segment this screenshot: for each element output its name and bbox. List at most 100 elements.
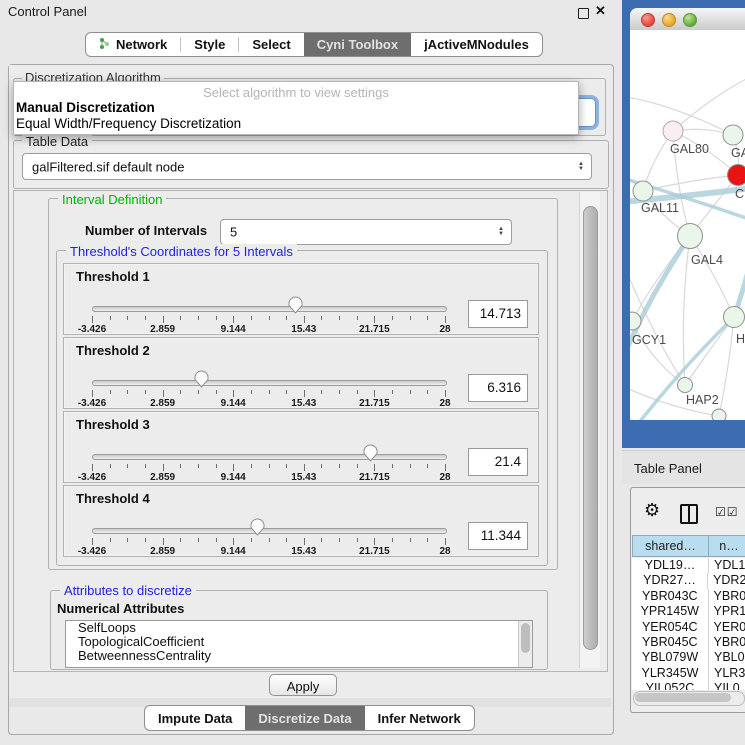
slider-tick — [216, 464, 217, 468]
slider-tick-label: 21.715 — [344, 546, 404, 557]
cell-shared-name[interactable]: YPR145W — [632, 604, 709, 619]
network-node-hap2[interactable] — [678, 378, 693, 393]
slider-tick — [110, 316, 111, 320]
tab-style[interactable]: Style — [181, 33, 238, 56]
slider-tick — [180, 538, 181, 542]
slider-tick — [445, 316, 446, 323]
slider-track[interactable] — [92, 454, 447, 460]
slider-track[interactable] — [92, 380, 447, 386]
minimize-window-icon[interactable] — [662, 13, 676, 27]
split-columns-icon[interactable] — [680, 504, 698, 524]
network-node-gal80[interactable] — [663, 121, 683, 141]
tab-discretize-data[interactable]: Discretize Data — [245, 706, 364, 730]
gear-icon[interactable]: ⚙ — [644, 500, 660, 521]
cell-name[interactable]: YDR2 — [708, 573, 745, 588]
slider-thumb[interactable] — [363, 444, 378, 467]
tab-cyni-toolbox[interactable]: Cyni Toolbox — [304, 33, 411, 56]
cell-name[interactable]: YDL1 — [709, 558, 745, 573]
tab-jactivemnodules[interactable]: jActiveMNodules — [411, 33, 542, 56]
zoom-window-icon[interactable] — [683, 13, 697, 27]
slider-tick — [216, 538, 217, 542]
slider-thumb[interactable] — [288, 296, 303, 319]
thresholds-group-title: Threshold's Coordinates for 5 Intervals — [66, 244, 297, 259]
cell-shared-name[interactable]: YBR045C — [632, 635, 709, 650]
cell-name[interactable]: YBR0 — [709, 635, 745, 650]
attribute-list-item[interactable]: TopologicalCoefficient — [66, 635, 532, 649]
slider-tick — [392, 390, 393, 394]
tab-infer-network[interactable]: Infer Network — [365, 706, 474, 730]
cell-shared-name[interactable]: YIL052C — [632, 681, 709, 690]
apply-button[interactable]: Apply — [269, 674, 337, 696]
threshold-value-field[interactable]: 6.316 — [468, 374, 528, 402]
table-row[interactable]: YBR043CYBR0 — [632, 589, 745, 604]
network-node-c[interactable] — [728, 165, 745, 186]
slider-tick — [321, 390, 322, 394]
tab-network[interactable]: Network — [86, 33, 180, 56]
cell-shared-name[interactable]: YBL079W — [632, 650, 709, 665]
cell-shared-name[interactable]: YDR27… — [632, 573, 708, 588]
table-row[interactable]: YBL079WYBL0 — [632, 650, 745, 665]
list-scrollbar[interactable] — [518, 621, 532, 667]
table-row[interactable]: YDR27…YDR2 — [632, 573, 745, 588]
cell-shared-name[interactable]: YER054C — [632, 620, 709, 635]
table-row[interactable]: YIL052CYIL0 — [632, 681, 745, 690]
horizontal-scrollbar-thumb[interactable] — [635, 693, 731, 702]
table-row[interactable]: YLR345WYLR3 — [632, 666, 745, 681]
list-scrollbar-thumb[interactable] — [521, 623, 530, 653]
table-data-combobox[interactable]: galFiltered.sif default node ▲▼ — [22, 153, 592, 180]
slider-track[interactable] — [92, 528, 447, 534]
network-node-label: GAL80 — [670, 142, 709, 156]
tab-select[interactable]: Select — [239, 33, 303, 56]
spinner-arrows-icon: ▲▼ — [578, 162, 584, 172]
vertical-scrollbar[interactable] — [579, 192, 600, 668]
number-of-intervals-combobox[interactable]: 5 ▲▼ — [220, 219, 512, 245]
table-row[interactable]: YBR045CYBR0 — [632, 635, 745, 650]
tab-impute-data[interactable]: Impute Data — [145, 706, 245, 730]
select-columns-icon[interactable]: ☑☑ — [715, 505, 739, 519]
cell-name[interactable]: YBL0 — [709, 650, 745, 665]
attribute-list-item[interactable]: BetweennessCentrality — [66, 649, 532, 663]
slider-thumb[interactable] — [250, 518, 265, 541]
slider-thumb[interactable] — [194, 370, 209, 393]
slider-tick — [233, 390, 234, 397]
network-edge[interactable] — [690, 236, 734, 317]
float-panel-icon[interactable] — [578, 8, 589, 19]
cell-name[interactable]: YER0 — [709, 620, 745, 635]
cell-shared-name[interactable]: YLR345W — [632, 666, 709, 681]
table-row[interactable]: YPR145WYPR1 — [632, 604, 745, 619]
close-panel-icon[interactable]: ✕ — [595, 3, 606, 19]
network-node-ga[interactable] — [723, 125, 743, 145]
slider-tick-label: -3.426 — [62, 546, 122, 557]
network-window-titlebar[interactable] — [630, 8, 745, 31]
slider-tick — [427, 390, 428, 394]
network-node-h[interactable] — [724, 307, 745, 328]
dropdown-item-manual[interactable]: Manual Discretization — [16, 100, 155, 115]
table-row[interactable]: YER054CYER0 — [632, 620, 745, 635]
network-canvas[interactable]: GAL80GACGAL11GAL4GCY1HHAP2 — [630, 30, 745, 420]
number-of-intervals-value: 5 — [230, 225, 237, 240]
slider-track[interactable] — [92, 306, 447, 312]
column-header-name[interactable]: n… — [709, 535, 745, 557]
cell-name[interactable]: YBR0 — [709, 589, 745, 604]
slider-tick — [304, 316, 305, 323]
cell-shared-name[interactable]: YDL19… — [632, 558, 709, 573]
slider-tick — [357, 464, 358, 468]
dropdown-item-equal-width[interactable]: Equal Width/Frequency Discretization — [16, 116, 241, 131]
close-window-icon[interactable] — [641, 13, 655, 27]
network-node[interactable] — [712, 409, 726, 420]
slider-tick-label: 15.43 — [274, 472, 334, 483]
threshold-value-field[interactable]: 11.344 — [468, 522, 528, 550]
threshold-value-field[interactable]: 21.4 — [468, 448, 528, 476]
vertical-scrollbar-thumb[interactable] — [583, 206, 598, 650]
cell-name[interactable]: YIL0 — [709, 681, 740, 690]
horizontal-scrollbar[interactable] — [633, 691, 745, 706]
attribute-list-item[interactable]: SelfLoops — [66, 621, 532, 635]
table-row[interactable]: YDL19…YDL1 — [632, 558, 745, 573]
threshold-value-field[interactable]: 14.713 — [468, 300, 528, 328]
cell-name[interactable]: YPR1 — [709, 604, 745, 619]
cell-shared-name[interactable]: YBR043C — [632, 589, 709, 604]
network-node-gal4[interactable] — [678, 224, 703, 249]
column-header-shared-name[interactable]: shared… — [632, 535, 709, 557]
cell-name[interactable]: YLR3 — [709, 666, 745, 681]
network-node-gal11[interactable] — [633, 181, 653, 201]
